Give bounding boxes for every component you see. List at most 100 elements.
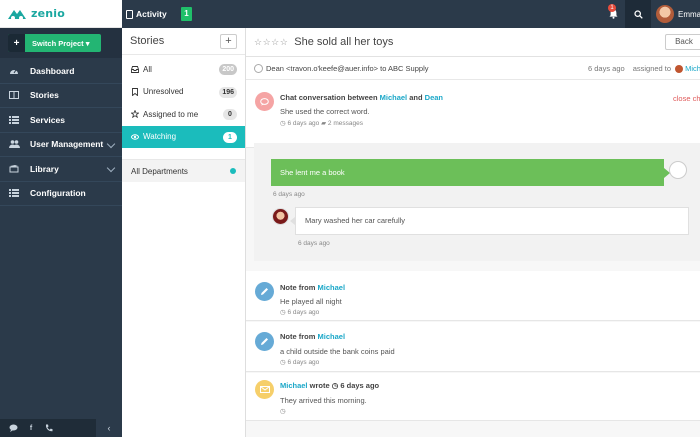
user-name: Emma	[678, 9, 700, 19]
assignee-avatar	[675, 64, 684, 73]
switch-project-button[interactable]: + Switch Project ▾	[8, 34, 101, 52]
pencil-icon	[255, 332, 274, 351]
filter-label: Assigned to me	[143, 109, 199, 119]
note-prefix: Note from	[280, 332, 316, 341]
chat-and: and	[409, 93, 423, 102]
document-icon	[126, 9, 133, 19]
brand-logo[interactable]: zenio	[0, 0, 122, 28]
chevron-down-icon	[106, 139, 116, 148]
green-badge[interactable]: 1	[181, 7, 192, 21]
email-verb: wrote	[309, 381, 330, 390]
search-icon	[633, 9, 643, 19]
clock-icon: ◷	[280, 309, 286, 316]
page-title: She sold all her toys	[294, 36, 394, 48]
sidebar-item-label: Stories	[30, 90, 59, 101]
sidebar-item-stories[interactable]: Stories	[0, 84, 122, 108]
sidebar-nav: Dashboard Stories Services User Manageme…	[0, 59, 122, 206]
chevron-down-icon	[106, 163, 116, 173]
chat-message-outgoing: She lent me a book	[271, 159, 664, 186]
chat-icon	[255, 92, 274, 111]
list-icon	[8, 188, 20, 198]
note-body: a child outside the bank coins paid	[280, 347, 395, 356]
chat-event: Chat conversation between Michael and De…	[246, 80, 700, 148]
message-time: 6 days ago	[298, 240, 330, 247]
assignee-link[interactable]: Michael	[685, 64, 700, 73]
pencil-icon	[255, 282, 274, 301]
envelope-icon	[255, 380, 274, 399]
assignment-info: 6 days ago assigned to Michael	[588, 57, 700, 80]
chat-person-link[interactable]: Dean	[425, 93, 443, 102]
note-prefix: Note from	[280, 283, 316, 292]
filter-count: 196	[219, 86, 237, 98]
note-event: Note from Michael He played all night ◷ …	[246, 271, 700, 321]
story-header: ☆☆☆☆ She sold all her toys Back	[246, 28, 700, 57]
sidebar-item-label: Library	[30, 163, 59, 174]
brand-name: zenio	[31, 7, 66, 20]
rating-stars[interactable]: ☆☆☆☆	[254, 37, 288, 48]
avatar	[656, 5, 674, 23]
sender-avatar	[254, 63, 263, 73]
book-icon	[8, 90, 20, 100]
clock-icon: ◷	[280, 120, 286, 127]
chat-person-link[interactable]: Michael	[380, 93, 408, 102]
filter-watching[interactable]: Watching 1	[122, 125, 245, 148]
logo-icon	[8, 9, 26, 20]
clock-icon: ◷	[280, 359, 286, 366]
filter-count: 0	[223, 109, 237, 120]
note-title: Note from Michael	[280, 283, 345, 292]
add-story-button[interactable]: +	[220, 34, 237, 49]
sidebar-item-services[interactable]: Services	[0, 108, 122, 133]
email-title: Michael wrote ◷ 6 days ago	[280, 381, 379, 390]
meta-time: 6 days ago	[588, 64, 625, 73]
sidebar-item-user-management[interactable]: User Management	[0, 133, 122, 157]
eye-icon	[131, 133, 139, 141]
bookmark-icon	[131, 87, 139, 96]
avatar	[272, 208, 289, 225]
email-event: Michael wrote ◷ 6 days ago They arrived …	[246, 373, 700, 421]
department-label: All Departments	[131, 166, 188, 176]
filter-unresolved[interactable]: Unresolved 196	[122, 81, 245, 104]
sidebar-item-label: Configuration	[30, 188, 86, 199]
top-bar: zenio Activity 1 1 Emma	[0, 0, 700, 28]
note-author-link[interactable]: Michael	[318, 332, 346, 341]
phone-icon[interactable]	[44, 423, 54, 433]
sidebar-item-label: Services	[30, 114, 65, 125]
note-event: Note from Michael a child outside the ba…	[246, 322, 700, 372]
close-chat-link[interactable]: close chat	[673, 94, 700, 103]
list-icon	[8, 115, 20, 125]
search-button[interactable]	[625, 0, 651, 28]
chat-icon[interactable]	[8, 423, 18, 433]
collapse-sidebar-button[interactable]: ‹	[96, 419, 122, 437]
sidebar-item-dashboard[interactable]: Dashboard	[0, 59, 122, 84]
library-icon	[8, 164, 20, 174]
chat-time: 6 days ago	[287, 120, 320, 127]
facebook-icon[interactable]: f	[26, 423, 36, 433]
note-body: He played all night	[280, 297, 342, 306]
email-time: 6 days ago	[340, 381, 380, 390]
note-time: 6 days ago	[287, 309, 320, 316]
filter-assigned-to-me[interactable]: Assigned to me 0	[122, 103, 245, 126]
sidebar-item-library[interactable]: Library	[0, 157, 122, 182]
department-filter[interactable]: All Departments	[122, 160, 245, 182]
inbox-icon	[131, 65, 139, 73]
notification-count: 1	[608, 4, 616, 12]
note-author-link[interactable]: Michael	[318, 283, 346, 292]
dashboard-icon	[8, 66, 20, 76]
sidebar: + Switch Project ▾ Dashboard Stories Ser…	[0, 28, 122, 437]
stories-panel: Stories + All 200 Unresolved 196 Assigne…	[122, 28, 246, 437]
email-body: They arrived this morning.	[280, 396, 367, 405]
activity-tab[interactable]: Activity	[126, 0, 167, 28]
chat-title-prefix: Chat conversation between	[280, 93, 378, 102]
email-author-link[interactable]: Michael	[280, 381, 308, 390]
filter-label: Watching	[143, 132, 177, 142]
clock-icon: ◷	[331, 381, 339, 390]
sidebar-item-configuration[interactable]: Configuration	[0, 182, 122, 206]
sidebar-item-label: Dashboard	[30, 65, 75, 76]
back-button[interactable]: Back	[665, 34, 700, 50]
switch-project-row: + Switch Project ▾	[0, 28, 122, 58]
activity-label: Activity	[136, 9, 167, 19]
filter-all[interactable]: All 200	[122, 58, 245, 81]
chat-body: She used the correct word.	[280, 107, 370, 116]
user-menu[interactable]: Emma	[656, 3, 700, 25]
info-icon: ◷	[280, 408, 286, 415]
